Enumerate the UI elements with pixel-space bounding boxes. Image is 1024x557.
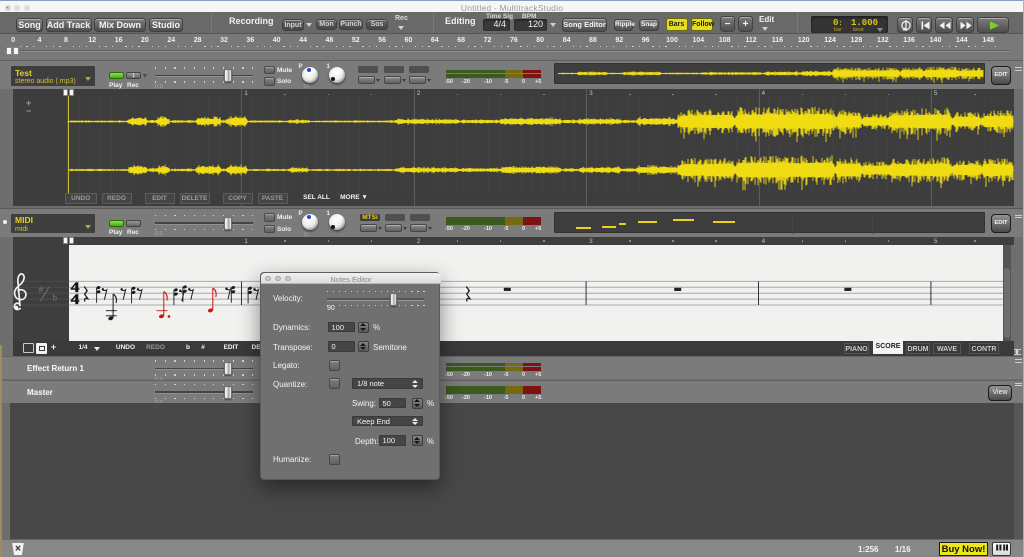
svg-text:b: b [53,293,58,303]
svg-text:#: # [39,285,44,295]
